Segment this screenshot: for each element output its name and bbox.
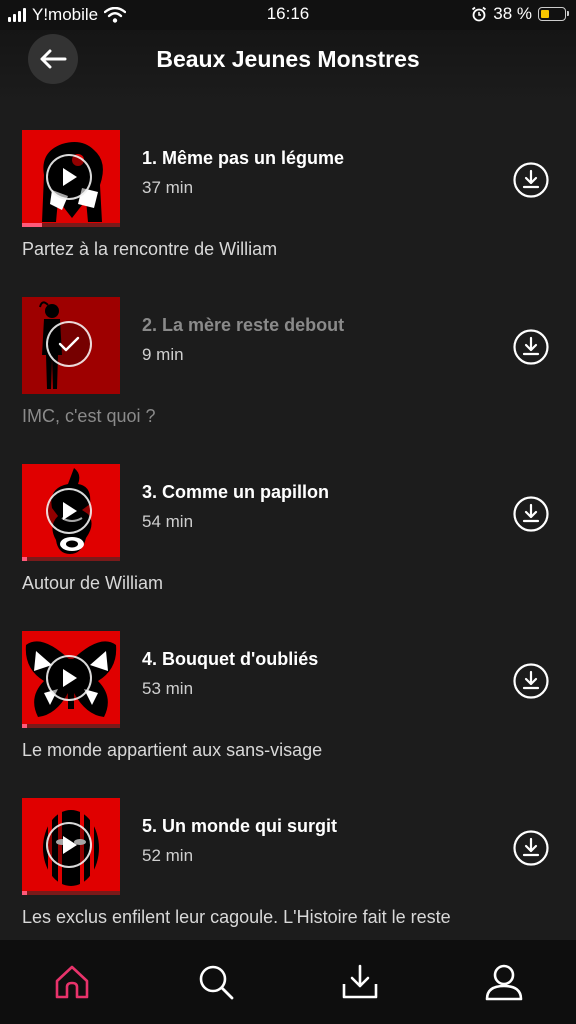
progress-fill [22,724,27,728]
download-icon[interactable] [513,329,549,365]
episode-duration: 9 min [142,345,184,364]
episode-thumbnail[interactable] [22,130,120,227]
play-icon [63,669,77,687]
episode-thumbnail[interactable] [22,631,120,728]
episode-thumbnail[interactable] [22,464,120,561]
alarm-icon [472,6,487,22]
episode-item[interactable]: 2. La mère reste debout 9 min IMC, c'est… [0,269,576,436]
status-right: 38 % [471,4,569,24]
episode-duration: 37 min [142,178,194,197]
episode-thumbnail[interactable] [22,798,120,895]
progress-fill [22,223,42,227]
download-tray-icon[interactable] [340,962,380,1002]
progress-bar [22,724,120,728]
check-icon [58,336,80,352]
episode-item[interactable]: 4. Bouquet d'oubliés 53 min Le monde app… [0,603,576,770]
page-title: Beaux Jeunes Monstres [156,46,420,72]
progress-fill [22,891,27,895]
episode-title[interactable]: 4. Bouquet d'oubliés [142,649,318,670]
episode-description: Partez à la rencontre de William [22,239,278,259]
episode-item[interactable]: 1. Même pas un légume 37 min Partez à la… [0,102,576,269]
episode-item[interactable]: 3. Comme un papillon 54 min Autour de Wi… [0,436,576,603]
play-icon [63,502,77,520]
episode-description: IMC, c'est quoi ? [22,406,156,426]
episode-description: Le monde appartient aux sans-visage [22,740,323,760]
profile-icon[interactable] [484,962,524,1002]
episode-description: Autour de William [22,573,164,593]
episode-title[interactable]: 1. Même pas un légume [142,148,344,169]
episode-item[interactable]: 5. Un monde qui surgit 52 min Les exclus… [0,770,576,937]
battery-level [541,10,550,18]
played-indicator [46,321,92,367]
play-icon [63,168,77,186]
status-bar: Y!mobile 16:16 38 % [0,0,576,30]
bottom-nav [0,940,576,1024]
play-button[interactable] [46,488,92,534]
progress-bar [22,891,120,895]
episode-list: 1. Même pas un légume 37 min Partez à la… [0,102,576,940]
episode-title[interactable]: 5. Un monde qui surgit [142,816,337,837]
episode-duration: 52 min [142,846,194,865]
play-icon [63,836,77,854]
episode-thumbnail[interactable] [22,297,120,394]
episode-description: Les exclus enfilent leur cagoule. L'Hist… [22,907,451,927]
download-icon[interactable] [513,830,549,866]
episode-title[interactable]: 3. Comme un papillon [142,482,329,503]
download-icon[interactable] [513,496,549,532]
play-button[interactable] [46,154,92,200]
play-button[interactable] [46,655,92,701]
battery-icon [538,7,569,21]
episode-title[interactable]: 2. La mère reste debout [142,315,344,336]
search-icon[interactable] [196,962,236,1002]
progress-bar [22,557,120,561]
play-button[interactable] [46,822,92,868]
download-icon[interactable] [513,162,549,198]
episode-duration: 54 min [142,512,194,531]
header: Beaux Jeunes Monstres [0,30,576,102]
episode-duration: 53 min [142,679,194,698]
battery-percent: 38 % [493,4,532,23]
progress-fill [22,557,27,561]
progress-bar [22,223,120,227]
download-icon[interactable] [513,663,549,699]
home-icon[interactable] [52,962,92,1002]
